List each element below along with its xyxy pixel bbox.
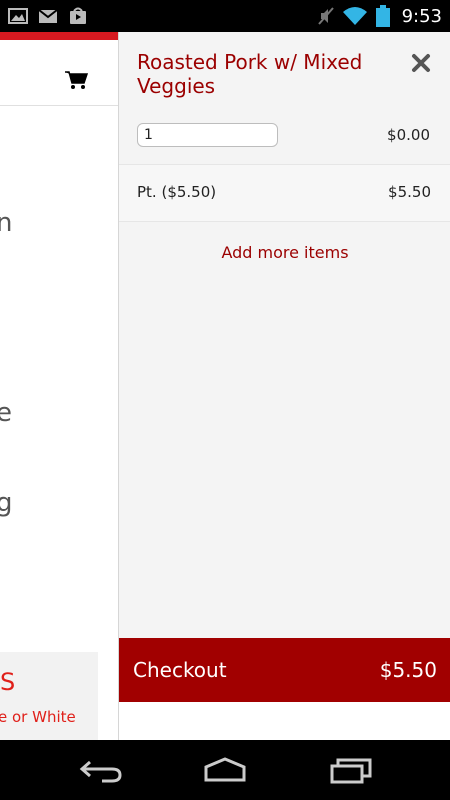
recent-apps-icon[interactable]	[328, 756, 374, 784]
play-store-icon	[70, 7, 86, 24]
item-title: Roasted Pork w/ Mixed Veggies	[137, 50, 363, 98]
checkout-total: $5.50	[379, 658, 437, 682]
battery-icon	[375, 5, 390, 27]
quantity-input[interactable]	[137, 123, 278, 147]
image-icon	[8, 8, 28, 24]
clock: 9:53	[401, 5, 442, 27]
option-label: Pt. ($5.50)	[137, 183, 217, 201]
drawer-footer	[119, 702, 450, 740]
wifi-icon	[342, 7, 367, 25]
navigation-bar	[0, 740, 450, 800]
text-fragment: g	[0, 488, 13, 518]
status-bar: 9:53	[0, 0, 450, 32]
checkout-label: Checkout	[133, 658, 227, 682]
promo-heading: S	[0, 668, 16, 696]
accent-bar	[0, 32, 118, 40]
cart-drawer: Roasted Pork w/ Mixed Veggies $0.00 Pt. …	[118, 32, 450, 740]
background-page: n e g S e or White	[0, 32, 118, 740]
mute-icon	[317, 7, 334, 25]
promo-subtext: e or White	[0, 708, 76, 726]
gmail-icon	[38, 9, 58, 23]
checkout-button[interactable]: Checkout $5.50	[119, 638, 450, 702]
option-price: $5.50	[388, 183, 431, 201]
line-price: $0.00	[387, 126, 430, 144]
cart-icon[interactable]	[64, 70, 88, 90]
promo-card	[0, 652, 98, 740]
background-header	[0, 40, 118, 106]
home-icon[interactable]	[202, 756, 248, 784]
text-fragment: e	[0, 398, 12, 428]
option-row[interactable]: Pt. ($5.50) $5.50	[119, 164, 450, 222]
text-fragment: n	[0, 208, 13, 238]
back-icon[interactable]	[78, 756, 124, 784]
add-more-items-link[interactable]: Add more items	[119, 243, 450, 262]
close-icon[interactable]	[410, 52, 432, 74]
